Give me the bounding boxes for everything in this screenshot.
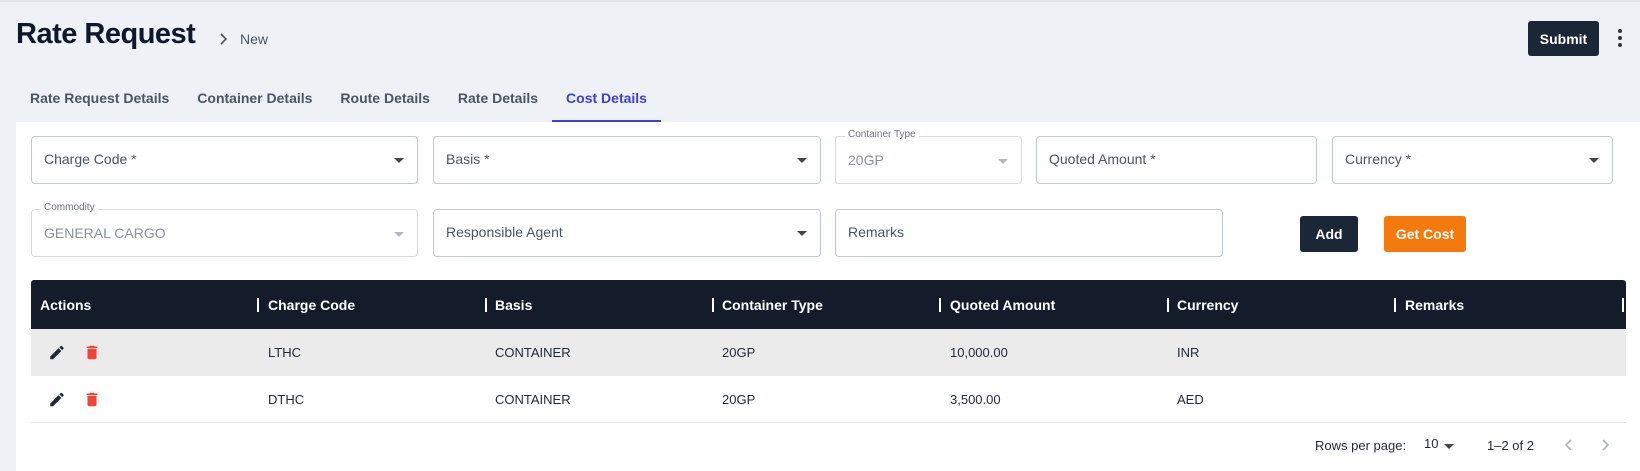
basis-placeholder: Basis * bbox=[446, 151, 490, 167]
dropdown-arrow-icon bbox=[797, 158, 807, 163]
cell-currency: INR bbox=[1177, 345, 1200, 360]
quoted-amount-input[interactable]: Quoted Amount * bbox=[1036, 136, 1317, 184]
cell-container-type: 20GP bbox=[722, 345, 756, 360]
more-vert-icon[interactable] bbox=[1615, 26, 1625, 50]
remarks-placeholder: Remarks bbox=[848, 224, 905, 240]
cell-charge-code: LTHC bbox=[268, 345, 301, 360]
dropdown-arrow-icon bbox=[1589, 158, 1599, 163]
dropdown-arrow-icon bbox=[394, 232, 404, 237]
cell-basis: CONTAINER bbox=[495, 392, 571, 407]
column-separator[interactable] bbox=[939, 298, 941, 312]
chevron-right-icon bbox=[220, 33, 228, 45]
column-header-quoted-amount[interactable]: Quoted Amount bbox=[950, 280, 1055, 330]
edit-icon[interactable] bbox=[48, 343, 66, 362]
currency-select[interactable]: Currency * bbox=[1332, 136, 1613, 184]
responsible-agent-placeholder: Responsible Agent bbox=[446, 224, 563, 240]
pagination-range: 1–2 of 2 bbox=[1487, 438, 1534, 453]
cell-quoted-amount: 10,000.00 bbox=[950, 345, 1008, 360]
table-row: LTHC CONTAINER 20GP 10,000.00 INR bbox=[31, 329, 1626, 376]
delete-icon[interactable] bbox=[83, 343, 101, 362]
commodity-select[interactable]: Commodity GENERAL CARGO bbox=[31, 202, 418, 257]
column-separator[interactable] bbox=[1167, 298, 1169, 312]
charge-code-placeholder: Charge Code * bbox=[44, 151, 137, 167]
breadcrumb-current: New bbox=[240, 31, 269, 47]
column-header-remarks[interactable]: Remarks bbox=[1405, 280, 1464, 330]
column-separator[interactable] bbox=[1622, 298, 1624, 312]
edit-icon[interactable] bbox=[48, 390, 66, 409]
table-header: Actions Charge Code Basis Container Type… bbox=[31, 280, 1626, 330]
column-header-currency[interactable]: Currency bbox=[1177, 280, 1238, 330]
column-separator[interactable] bbox=[257, 298, 259, 312]
delete-icon[interactable] bbox=[83, 390, 101, 409]
container-type-label: Container Type bbox=[845, 129, 919, 140]
tab-rate-details[interactable]: Rate Details bbox=[444, 78, 552, 122]
get-cost-button[interactable]: Get Cost bbox=[1384, 216, 1466, 252]
column-separator[interactable] bbox=[485, 298, 487, 312]
basis-select[interactable]: Basis * bbox=[433, 136, 821, 184]
rows-per-page-select[interactable]: 10 bbox=[1424, 436, 1458, 454]
tab-cost-details[interactable]: Cost Details bbox=[552, 78, 661, 122]
tab-route-details[interactable]: Route Details bbox=[326, 78, 443, 122]
quoted-amount-placeholder: Quoted Amount * bbox=[1049, 151, 1156, 167]
dropdown-arrow-icon bbox=[998, 159, 1008, 164]
container-type-value: 20GP bbox=[848, 152, 884, 168]
responsible-agent-select[interactable]: Responsible Agent bbox=[433, 209, 821, 257]
submit-button[interactable]: Submit bbox=[1528, 21, 1599, 56]
column-separator[interactable] bbox=[712, 298, 714, 312]
chevron-left-icon[interactable] bbox=[1562, 437, 1576, 453]
top-border bbox=[0, 0, 1640, 2]
tab-container-details[interactable]: Container Details bbox=[183, 78, 326, 122]
remarks-input[interactable]: Remarks bbox=[835, 209, 1223, 257]
rows-per-page-value: 10 bbox=[1424, 436, 1439, 451]
chevron-right-icon[interactable] bbox=[1598, 437, 1612, 453]
container-type-select[interactable]: Container Type 20GP bbox=[835, 129, 1022, 184]
column-header-actions: Actions bbox=[40, 297, 92, 313]
column-header-basis[interactable]: Basis bbox=[495, 280, 532, 330]
column-separator[interactable] bbox=[1394, 298, 1396, 312]
add-button[interactable]: Add bbox=[1300, 216, 1358, 252]
currency-placeholder: Currency * bbox=[1345, 151, 1412, 167]
column-header-charge-code[interactable]: Charge Code bbox=[268, 280, 355, 330]
cell-container-type: 20GP bbox=[722, 392, 756, 407]
table-row: DTHC CONTAINER 20GP 3,500.00 AED bbox=[31, 376, 1626, 423]
dropdown-arrow-icon bbox=[394, 158, 404, 163]
cell-currency: AED bbox=[1177, 392, 1204, 407]
tab-bar: Rate Request Details Container Details R… bbox=[16, 78, 661, 122]
charge-code-select[interactable]: Charge Code * bbox=[31, 136, 418, 184]
tab-rate-request-details[interactable]: Rate Request Details bbox=[16, 78, 183, 122]
dropdown-arrow-icon bbox=[1444, 444, 1454, 449]
commodity-label: Commodity bbox=[41, 202, 98, 213]
cell-charge-code: DTHC bbox=[268, 392, 305, 407]
rows-per-page-label: Rows per page: bbox=[1315, 438, 1407, 453]
cell-quoted-amount: 3,500.00 bbox=[950, 392, 1001, 407]
page-title: Rate Request bbox=[16, 18, 196, 50]
commodity-value: GENERAL CARGO bbox=[44, 225, 166, 241]
column-header-container-type[interactable]: Container Type bbox=[722, 280, 823, 330]
cell-basis: CONTAINER bbox=[495, 345, 571, 360]
dropdown-arrow-icon bbox=[797, 231, 807, 236]
